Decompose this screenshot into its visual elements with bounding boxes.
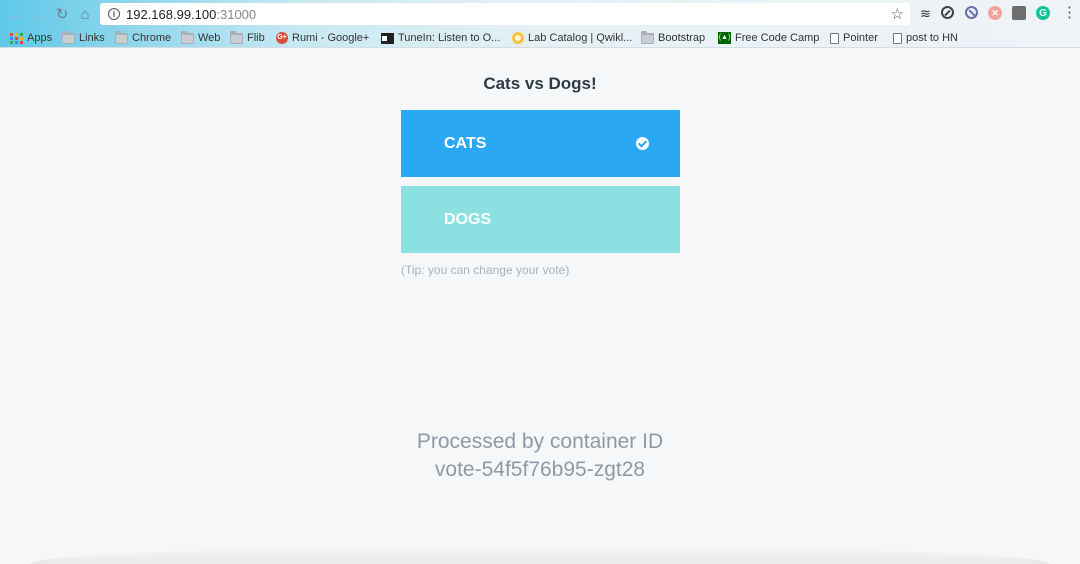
bookmarks-bar: Apps Links Chrome Web Flib G+ Rumi - Goo… — [0, 28, 1080, 48]
vote-dogs-button[interactable]: DOGS — [401, 186, 680, 253]
bookmark-free-code-camp[interactable]: (▲) Free Code Camp — [718, 29, 819, 47]
bookmark-post-to-hn[interactable]: post to HN — [893, 29, 958, 47]
browser-toolbar: ← → ↻ ⌂ i 192.168.99.100 :31000 ☆ ≋ ✕ G … — [0, 0, 1080, 28]
option-label: DOGS — [444, 210, 492, 228]
red-extension-icon[interactable]: ✕ — [988, 6, 1002, 20]
folder-icon — [230, 30, 243, 44]
forward-arrow-icon: → — [30, 5, 46, 23]
folder-icon — [115, 30, 128, 44]
bookmark-links[interactable]: Links — [62, 29, 105, 47]
forward-button[interactable]: → — [28, 4, 48, 24]
folder-icon — [181, 30, 194, 44]
bottom-shadow — [30, 546, 1050, 564]
vote-page: Cats vs Dogs! CATS DOGS (Tip: you can ch… — [0, 49, 1080, 564]
site-info-icon[interactable]: i — [108, 8, 120, 20]
bookmark-bootstrap[interactable]: Bootstrap — [641, 29, 705, 47]
page-icon — [830, 32, 839, 44]
page-icon — [893, 32, 902, 44]
container-id: vote-54f5f76b95-zgt28 — [434, 458, 646, 481]
tip-text: (Tip: you can change your vote) — [401, 263, 570, 277]
bookmark-label: Lab Catalog | Qwikl... — [528, 32, 633, 44]
back-button[interactable]: ← — [6, 4, 26, 24]
browser-chrome: ← → ↻ ⌂ i 192.168.99.100 :31000 ☆ ≋ ✕ G … — [0, 0, 1080, 48]
address-bar[interactable]: i 192.168.99.100 :31000 ☆ — [100, 3, 910, 25]
block-extension-icon[interactable] — [965, 6, 978, 19]
vote-cats-button[interactable]: CATS — [401, 110, 680, 177]
browser-menu-icon[interactable]: ⋮ — [1062, 4, 1077, 22]
bookmark-flib[interactable]: Flib — [230, 29, 265, 47]
bookmark-pointer[interactable]: Pointer — [830, 29, 878, 47]
bookmark-apps[interactable]: Apps — [10, 29, 52, 47]
processed-label: Processed by container ID — [416, 430, 664, 453]
bookmark-label: Chrome — [132, 32, 172, 44]
qwiklabs-icon — [512, 32, 524, 44]
reload-icon: ↻ — [55, 6, 69, 23]
check-circle-icon — [636, 137, 649, 150]
grammarly-extension-icon[interactable]: G — [1036, 6, 1050, 20]
bookmark-label: Links — [79, 32, 105, 44]
container-info: Processed by container ID vote-54f5f76b9… — [0, 428, 1080, 484]
page-title: Cats vs Dogs! — [483, 74, 597, 93]
url-host: 192.168.99.100 — [126, 6, 217, 22]
bookmark-label: Apps — [27, 32, 53, 44]
bookmark-label: Web — [198, 32, 221, 44]
bulb-extension-icon[interactable] — [1012, 6, 1026, 20]
bookmark-web[interactable]: Web — [181, 29, 220, 47]
bookmark-tunein[interactable]: TuneIn: Listen to O... — [381, 29, 500, 47]
reload-button[interactable]: ↻ — [52, 4, 72, 24]
bookmark-label: Flib — [247, 32, 265, 44]
option-label: CATS — [444, 134, 487, 152]
bookmark-label: Pointer — [843, 32, 878, 44]
home-icon: ⌂ — [80, 5, 90, 23]
google-plus-icon: G+ — [276, 32, 288, 44]
bookmark-label: TuneIn: Listen to O... — [398, 32, 501, 44]
folder-icon — [641, 30, 654, 44]
bookmark-star-icon[interactable]: ☆ — [891, 5, 904, 23]
home-button[interactable]: ⌂ — [75, 4, 95, 24]
bookmark-label: Bootstrap — [658, 32, 706, 44]
bookmark-label: Free Code Camp — [735, 32, 820, 44]
url-port: :31000 — [216, 6, 257, 22]
bookmark-label: post to HN — [906, 32, 958, 44]
bookmark-lab-catalog[interactable]: Lab Catalog | Qwikl... — [512, 29, 632, 47]
bookmark-chrome[interactable]: Chrome — [115, 29, 171, 47]
tunein-icon — [381, 32, 394, 44]
buffer-extension-icon[interactable]: ≋ — [918, 6, 933, 21]
folder-icon — [62, 30, 75, 44]
freecodecamp-icon: (▲) — [718, 32, 731, 44]
bookmark-rumi-google-plus[interactable]: G+ Rumi - Google+ — [276, 29, 369, 47]
apps-icon — [10, 32, 23, 44]
back-arrow-icon: ← — [8, 5, 24, 23]
bookmark-label: Rumi - Google+ — [292, 32, 370, 44]
compass-extension-icon[interactable] — [941, 6, 954, 19]
